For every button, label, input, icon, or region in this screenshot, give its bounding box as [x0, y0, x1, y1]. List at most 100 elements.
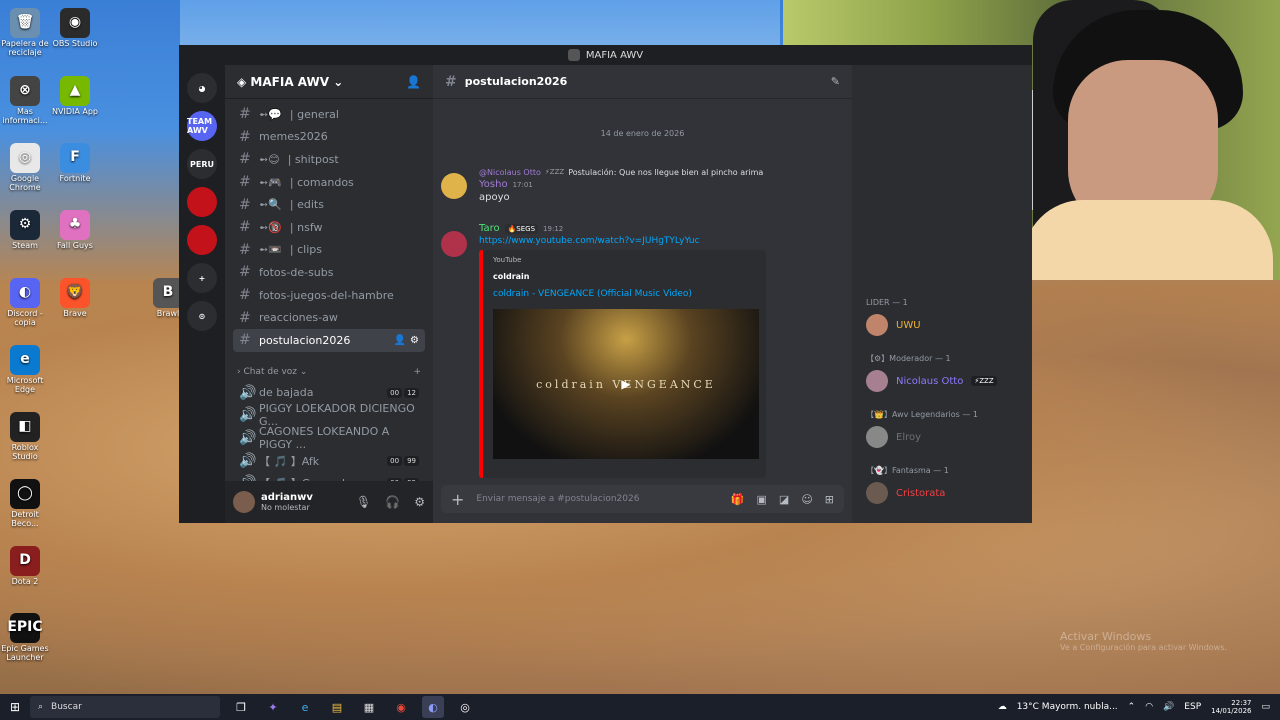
microphone-icon[interactable]: 🎙 — [356, 495, 371, 509]
channel-item[interactable]: # fotos-juegos-del-hambre — [233, 284, 425, 307]
member-item[interactable]: Cristorata — [852, 477, 1032, 509]
channel-name: | comandos — [289, 175, 354, 189]
desktop-icon[interactable]: D Dota 2 — [0, 546, 50, 587]
server-icon-peru[interactable]: PERU — [187, 149, 217, 179]
message[interactable]: @Nicolaus Otto ⚡ZZZ Postulación: Que nos… — [441, 165, 841, 203]
avatar[interactable] — [441, 231, 467, 257]
desktop-icon[interactable]: e Microsoft Edge — [0, 345, 50, 395]
channel-item[interactable]: # ➻💬 | general — [233, 103, 425, 126]
channel-item[interactable]: # ➻😊 | shitpost — [233, 148, 425, 171]
channel-item[interactable]: # reacciones-aw — [233, 306, 425, 329]
channel-list: # ➻💬 | general # memes2026 # ➻😊 | shitpost # ➻🎮 | … — [225, 99, 433, 356]
server-icon-red-1[interactable] — [187, 187, 217, 217]
notifications-icon[interactable]: ▭ — [1261, 702, 1270, 712]
task-view-icon[interactable]: ❐ — [230, 696, 252, 718]
channel-item[interactable]: # ➻🔍 | edits — [233, 193, 425, 216]
embed-title[interactable]: coldrain - VENGEANCE (Official Music Vid… — [493, 289, 756, 299]
search-box[interactable]: ⌕ Buscar — [30, 696, 220, 718]
play-icon[interactable]: ▶ — [621, 377, 630, 391]
desktop-icon[interactable]: ◯ Detroit Beco... — [0, 479, 50, 529]
message-link[interactable]: https://www.youtube.com/watch?v=JUHgTYLy… — [479, 236, 841, 246]
gear-icon[interactable]: ⚙ — [410, 335, 419, 346]
server-icon-red-2[interactable] — [187, 225, 217, 255]
wifi-icon[interactable]: ◠ — [1145, 702, 1153, 712]
desktop-icon[interactable]: ◐ Discord - copia — [0, 278, 50, 328]
copilot-icon[interactable]: ✦ — [262, 696, 284, 718]
pin-icon[interactable]: ✎ — [831, 75, 840, 88]
language-indicator[interactable]: ESP — [1184, 702, 1201, 712]
user-count-badge: 00 — [387, 387, 403, 398]
plus-icon[interactable]: + — [451, 490, 464, 509]
gift-icon[interactable]: 🎁 — [731, 493, 745, 506]
gear-icon[interactable]: ⚙ — [414, 495, 425, 509]
desktop-icon[interactable]: F Fortnite — [50, 143, 100, 184]
avatar — [866, 370, 888, 392]
obs-icon[interactable]: ◎ — [454, 696, 476, 718]
desktop-icon[interactable]: EPIC Epic Games Launcher — [0, 613, 50, 663]
add-channel-icon[interactable]: + — [413, 367, 421, 377]
desktop-icon[interactable]: ▲ NVIDIA App — [50, 76, 100, 117]
video-thumbnail[interactable]: coldrain VENGEANCE ▶ — [493, 309, 759, 459]
window-titlebar[interactable]: MAFIA AWV — [179, 45, 1032, 65]
desktop-icon[interactable]: 🦁 Brave — [50, 278, 100, 319]
add-server-icon[interactable]: + — [187, 263, 217, 293]
emoji-icon[interactable]: ☺ — [801, 493, 812, 506]
voice-channel-item[interactable]: 🔊 CAGONES LOKEANDO A PIGGY ... — [233, 425, 425, 451]
member-item[interactable]: UWU — [852, 309, 1032, 341]
channel-item[interactable]: # fotos-de-subs — [233, 261, 425, 284]
avatar[interactable] — [233, 491, 255, 513]
discord-window[interactable]: MAFIA AWV ◕ TEAM AWV PERU + ⊙ ◈ MAFIA AW… — [179, 45, 1032, 523]
explore-icon[interactable]: ⊙ — [187, 301, 217, 331]
windows-start-icon[interactable]: ⊞ — [0, 700, 30, 714]
clock[interactable]: 22:37 14/01/2026 — [1211, 699, 1251, 716]
volume-icon[interactable]: 🔊 — [1163, 702, 1174, 712]
server-icon-team-awv[interactable]: TEAM AWV — [187, 111, 217, 141]
channel-emoji: ➻💬 — [259, 107, 282, 121]
apps-icon[interactable]: ⊞ — [825, 493, 834, 506]
desktop-icon[interactable]: 🗑 Papelera de reciclaje — [0, 8, 50, 58]
store-icon[interactable]: ▦ — [358, 696, 380, 718]
weather-text[interactable]: 13°C Mayorm. nubla... — [1017, 702, 1118, 712]
channel-emoji: ➻🎮 — [259, 175, 282, 189]
channel-item[interactable]: # postulacion2026 👤 ⚙ — [233, 328, 425, 352]
desktop-icon[interactable]: ⊗ Mas informaci... — [0, 76, 50, 126]
desktop-icon[interactable]: ◎ Google Chrome — [0, 143, 50, 193]
sticker-icon[interactable]: ◪ — [779, 493, 789, 506]
file-explorer-icon[interactable]: ▤ — [326, 696, 348, 718]
desktop-icon[interactable]: ◧ Roblox Studio — [0, 412, 50, 462]
desktop-icon[interactable]: ⚙ Steam — [0, 210, 50, 251]
reply-preview[interactable]: @Nicolaus Otto ⚡ZZZ Postulación: Que nos… — [479, 165, 841, 179]
channel-item[interactable]: # memes2026 — [233, 126, 425, 149]
voice-channel-item[interactable]: 🔊 【 🎵 】Afk 00 99 — [233, 449, 425, 472]
avatar[interactable] — [441, 173, 467, 199]
voice-category[interactable]: › Chat de voz ⌄ + — [233, 362, 425, 382]
channel-item[interactable]: # ➻🔞 | nsfw — [233, 216, 425, 239]
server-header[interactable]: ◈ MAFIA AWV ⌄ 👤 — [225, 65, 433, 99]
channel-item[interactable]: # ➻📼 | clips — [233, 239, 425, 262]
member-item[interactable]: Nicolaus Otto ⚡ZZZ — [852, 365, 1032, 397]
voice-channel-item[interactable]: 🔊 de bajada 00 12 — [233, 382, 425, 405]
discord-icon[interactable]: ◐ — [422, 696, 444, 718]
message-author[interactable]: Taro — [479, 223, 500, 234]
message-input[interactable]: Enviar mensaje a #postulacion2026 — [476, 494, 718, 504]
invite-icon[interactable]: 👤 — [394, 335, 406, 346]
hash-icon: # — [239, 196, 251, 213]
clock-date: 14/01/2026 — [1211, 707, 1252, 715]
message-composer[interactable]: + Enviar mensaje a #postulacion2026 🎁 ▣ … — [441, 485, 844, 513]
headphones-icon[interactable]: 🎧 — [385, 495, 400, 509]
chrome-icon[interactable]: ◉ — [390, 696, 412, 718]
gif-icon[interactable]: ▣ — [757, 493, 767, 506]
edge-icon[interactable]: e — [294, 696, 316, 718]
member-item[interactable]: Elroy — [852, 421, 1032, 453]
desktop-icon[interactable]: ♣ Fall Guys — [50, 210, 100, 251]
channel-item[interactable]: # ➻🎮 | comandos — [233, 171, 425, 194]
embed-author[interactable]: coldrain — [493, 272, 756, 281]
desktop-icon[interactable]: ◉ OBS Studio — [50, 8, 100, 49]
tray-overflow-icon[interactable]: ⌃ — [1128, 702, 1136, 712]
message-author[interactable]: Yosho — [479, 179, 508, 190]
add-member-icon[interactable]: 👤 — [406, 75, 421, 89]
discord-home-icon[interactable]: ◕ — [187, 73, 217, 103]
voice-channel-item[interactable]: 🔊 PIGGY LOEKADOR DICIENGO G... — [233, 402, 425, 428]
weather-icon[interactable]: ☁ — [998, 702, 1007, 712]
message[interactable]: Taro 🔥SEGS 19:12 https://www.youtube.com… — [441, 223, 841, 478]
